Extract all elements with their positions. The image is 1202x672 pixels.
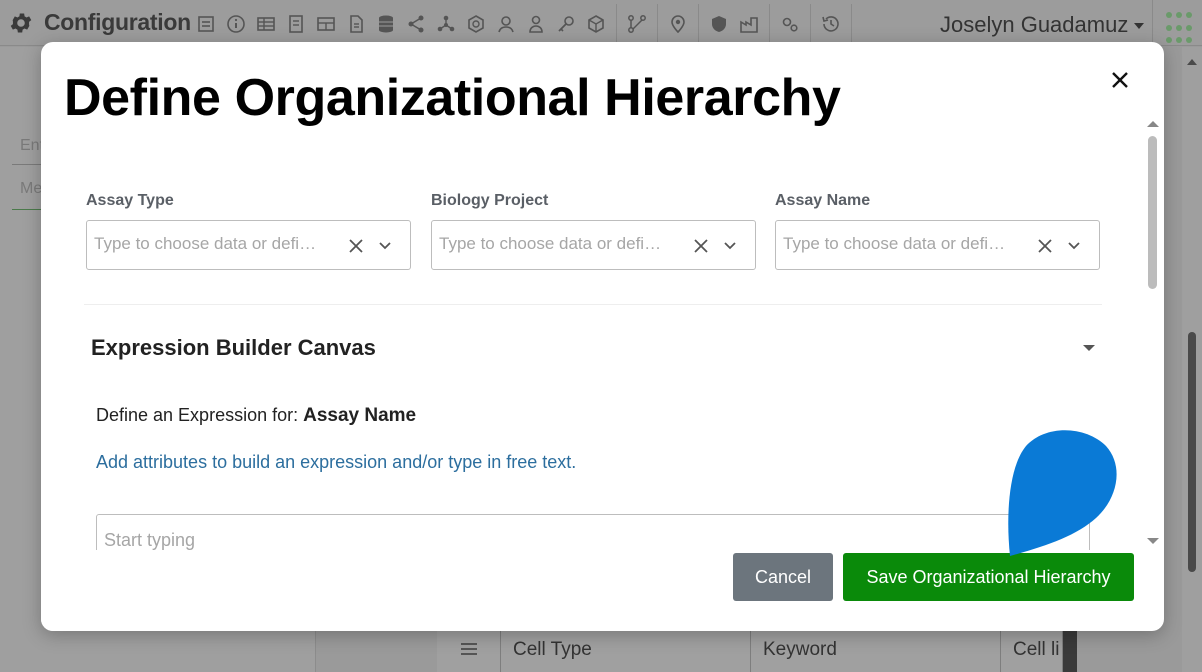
expression-target-line: Define an Expression for: Assay Name (96, 405, 416, 427)
cube-icon[interactable] (586, 14, 606, 34)
gear-icon[interactable] (8, 10, 34, 36)
table-cell: Cell Type (501, 629, 751, 672)
scroll-up-icon[interactable] (1147, 121, 1159, 127)
hexagon-icon[interactable] (466, 14, 486, 34)
toolbar-separator (810, 4, 811, 44)
section-divider (84, 304, 1102, 305)
toolbar (196, 4, 862, 44)
toolbar-separator (616, 4, 617, 44)
app-title: Configuration (44, 9, 191, 35)
biology-project-input[interactable] (439, 234, 679, 254)
expression-prefix: Define an Expression for: (96, 405, 304, 425)
file-icon[interactable] (346, 14, 366, 34)
assay-type-input[interactable] (94, 234, 334, 254)
table-scrollbar[interactable] (1063, 629, 1077, 672)
workflow-icon[interactable] (627, 14, 647, 34)
assay-type-field: Assay Type (86, 192, 411, 270)
field-label: Biology Project (431, 192, 549, 209)
chevron-down-icon[interactable] (377, 238, 393, 254)
form-icon[interactable] (196, 14, 216, 34)
scrollbar-thumb[interactable] (1148, 136, 1157, 289)
page-scrollbar[interactable] (1182, 47, 1202, 672)
chevron-down-icon (1134, 23, 1145, 30)
table-icon[interactable] (256, 14, 276, 34)
clear-icon[interactable] (1035, 236, 1055, 256)
field-label: Assay Name (775, 192, 871, 209)
cancel-button[interactable]: Cancel (733, 553, 833, 601)
database-icon[interactable] (376, 14, 396, 34)
table-cell: Cell li (1001, 629, 1063, 672)
toolbar-separator (698, 4, 699, 44)
shield-icon[interactable] (709, 14, 729, 34)
assay-type-select[interactable] (86, 220, 411, 270)
info-icon[interactable] (226, 14, 246, 34)
clear-icon[interactable] (346, 236, 366, 256)
network-icon[interactable] (436, 14, 456, 34)
document-icon[interactable] (286, 14, 306, 34)
scroll-down-icon[interactable] (1147, 538, 1159, 544)
user-icon[interactable] (496, 14, 516, 34)
assay-name-input[interactable] (783, 234, 1023, 254)
expression-hint: Add attributes to build an expression an… (96, 452, 577, 472)
app-header: Configuration Joselyn Guadamuz (0, 0, 1202, 46)
clear-icon[interactable] (691, 236, 711, 256)
toolbar-separator (657, 4, 658, 44)
close-icon[interactable] (1108, 68, 1132, 92)
dialog-scrollbar[interactable] (1142, 118, 1162, 548)
biology-project-field: Biology Project (431, 192, 756, 270)
field-label: Assay Type (86, 192, 174, 209)
collapse-caret-icon[interactable] (1083, 345, 1095, 351)
dialog-title: Define Organizational Hierarchy (64, 69, 841, 127)
user-name: Joselyn Guadamuz (940, 12, 1129, 37)
location-icon[interactable] (668, 14, 688, 34)
factory-icon[interactable] (739, 14, 759, 34)
define-hierarchy-dialog: Define Organizational Hierarchy Assay Ty… (41, 42, 1164, 631)
table-row: Cell Type Keyword Cell li (437, 628, 1077, 672)
scroll-up-icon[interactable] (1187, 59, 1197, 65)
chevron-down-icon[interactable] (1066, 238, 1082, 254)
chevron-down-icon[interactable] (722, 238, 738, 254)
toolbar-separator (769, 4, 770, 44)
biology-project-select[interactable] (431, 220, 756, 270)
expression-input[interactable] (104, 530, 1004, 551)
drag-handle-icon[interactable] (437, 629, 501, 672)
scrollbar-thumb[interactable] (1188, 332, 1196, 572)
share-icon[interactable] (406, 14, 426, 34)
user-menu[interactable]: Joselyn Guadamuz (940, 12, 1145, 38)
section-title: Expression Builder Canvas (91, 335, 376, 360)
history-icon[interactable] (821, 14, 841, 34)
toolbar-separator (851, 4, 852, 44)
layout-icon[interactable] (316, 14, 336, 34)
save-hierarchy-button[interactable]: Save Organizational Hierarchy (843, 553, 1134, 601)
assay-name-select[interactable] (775, 220, 1100, 270)
expression-target: Assay Name (303, 405, 417, 426)
apps-grid-icon[interactable] (1152, 0, 1202, 46)
person-icon[interactable] (526, 14, 546, 34)
assay-name-field: Assay Name (775, 192, 1100, 270)
table-cell: Keyword (751, 629, 1001, 672)
key-icon[interactable] (556, 14, 576, 34)
settings-icon[interactable] (780, 14, 800, 34)
